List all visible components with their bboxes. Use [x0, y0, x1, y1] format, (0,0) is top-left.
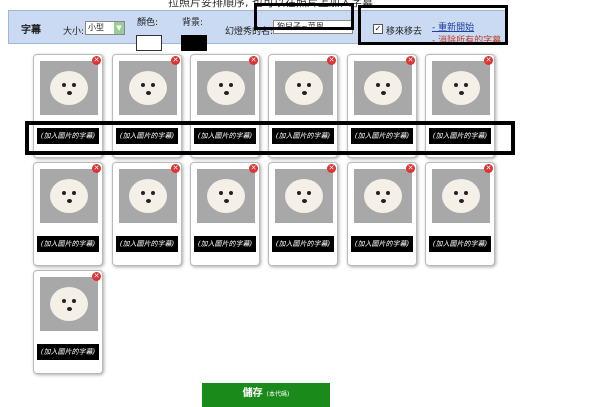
photo-thumbnail — [275, 61, 333, 115]
photo-thumbnail — [40, 61, 98, 115]
photo-card[interactable]: ✕ (加入圖片的字幕) — [425, 162, 495, 266]
close-icon[interactable]: ✕ — [327, 164, 336, 173]
photo-caption[interactable]: (加入圖片的字幕) — [116, 236, 178, 252]
save-button-label: 儲存 — [242, 388, 263, 399]
text-color-picker[interactable] — [136, 35, 162, 51]
close-icon[interactable]: ✕ — [92, 56, 101, 65]
close-icon[interactable]: ✕ — [406, 164, 415, 173]
photo-thumbnail — [432, 61, 490, 115]
size-select-value: 小型 — [88, 23, 104, 32]
photo-thumbnail — [119, 61, 177, 115]
photo-thumbnail — [197, 61, 255, 115]
photo-thumbnail — [40, 169, 98, 223]
photo-caption[interactable]: (加入圖片的字幕) — [37, 344, 99, 360]
close-icon[interactable]: ✕ — [92, 164, 101, 173]
save-button-sublabel: (本代碼) — [266, 391, 290, 398]
name-highlight-box — [254, 3, 354, 30]
close-icon[interactable]: ✕ — [406, 56, 415, 65]
color-label: 顏色: — [137, 18, 159, 28]
photo-thumbnail — [40, 277, 98, 331]
save-button[interactable]: 儲存 (本代碼) — [202, 383, 330, 407]
close-icon[interactable]: ✕ — [171, 164, 180, 173]
photo-thumbnail — [119, 169, 177, 223]
links-highlight-box — [358, 5, 508, 45]
close-icon[interactable]: ✕ — [327, 56, 336, 65]
close-icon[interactable]: ✕ — [249, 56, 258, 65]
size-label: 大小: — [63, 27, 85, 37]
close-icon[interactable]: ✕ — [249, 164, 258, 173]
close-icon[interactable]: ✕ — [484, 56, 493, 65]
photo-card[interactable]: ✕ (加入圖片的字幕) — [112, 162, 182, 266]
photo-caption[interactable]: (加入圖片的字幕) — [37, 236, 99, 252]
photo-card[interactable]: ✕ (加入圖片的字幕) — [268, 162, 338, 266]
background-label: 背景: — [182, 18, 204, 28]
photo-thumbnail — [275, 169, 333, 223]
background-color-picker[interactable] — [181, 35, 207, 51]
photo-thumbnail — [354, 61, 412, 115]
caption-row-highlight — [25, 121, 515, 155]
photo-thumbnail — [432, 169, 490, 223]
photo-card[interactable]: ✕ (加入圖片的字幕) — [190, 162, 260, 266]
chevron-down-icon: ▼ — [114, 22, 124, 34]
close-icon[interactable]: ✕ — [171, 56, 180, 65]
photo-caption[interactable]: (加入圖片的字幕) — [194, 236, 256, 252]
size-select[interactable]: 小型 ▼ — [85, 21, 125, 35]
photo-caption[interactable]: (加入圖片的字幕) — [429, 236, 491, 252]
photo-thumbnail — [197, 169, 255, 223]
photo-card[interactable]: ✕ (加入圖片的字幕) — [33, 270, 103, 374]
close-icon[interactable]: ✕ — [92, 272, 101, 281]
photo-card[interactable]: ✕ (加入圖片的字幕) — [33, 162, 103, 266]
photo-thumbnail — [354, 169, 412, 223]
photo-caption[interactable]: (加入圖片的字幕) — [272, 236, 334, 252]
photo-caption[interactable]: (加入圖片的字幕) — [351, 236, 413, 252]
toolbar-title: 字幕 — [21, 25, 41, 36]
photo-card[interactable]: ✕ (加入圖片的字幕) — [347, 162, 417, 266]
close-icon[interactable]: ✕ — [484, 164, 493, 173]
